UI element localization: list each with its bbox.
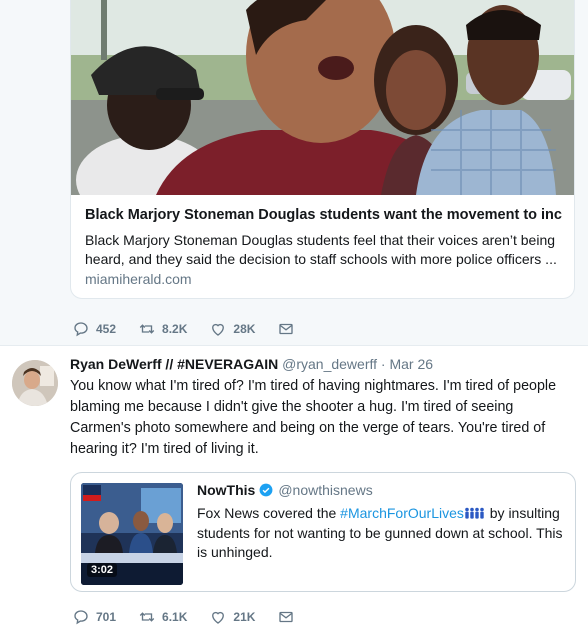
reply-count: 452 [96, 322, 117, 336]
retweet-button[interactable]: 6.1K [138, 608, 187, 626]
author-handle[interactable]: @ryan_dewerff [282, 356, 377, 372]
tweet-2-header: Ryan DeWerff // #NEVERAGAIN @ryan_dewerf… [70, 356, 433, 372]
card-title[interactable]: Black Marjory Stoneman Douglas students … [85, 207, 563, 223]
quoted-tweet[interactable]: 3:02 NowThis @nowthisnews Fox News cover… [70, 472, 576, 592]
reply-icon [74, 610, 88, 625]
tweet-date[interactable]: Mar 26 [389, 356, 433, 372]
quoted-author-handle[interactable]: @nowthisnews [278, 482, 372, 498]
hashtag-link[interactable]: #MarchForOurLives [340, 505, 464, 521]
retweet-icon [139, 324, 155, 334]
message-button[interactable] [277, 320, 301, 338]
reply-icon [74, 322, 88, 337]
message-button[interactable] [277, 608, 301, 626]
envelope-icon [279, 323, 294, 335]
tweet-1-actions: 452 8.2K 28K [72, 320, 323, 338]
card-domain: miamiherald.com [85, 271, 192, 287]
tweet-2-actions: 701 6.1K 21K [72, 608, 323, 626]
like-button[interactable]: 21K [209, 608, 255, 626]
video-thumbnail[interactable]: 3:02 [81, 483, 183, 585]
avatar[interactable] [12, 360, 58, 406]
tweet-2: Ryan DeWerff // #NEVERAGAIN @ryan_dewerf… [0, 346, 588, 630]
like-count: 21K [233, 610, 256, 624]
card-description: Black Marjory Stoneman Douglas students … [85, 232, 557, 267]
link-card[interactable]: Black Marjory Stoneman Douglas students … [70, 0, 575, 299]
card-body: Black Marjory Stoneman Douglas students … [71, 195, 574, 298]
author-name[interactable]: Ryan DeWerff // #NEVERAGAIN [70, 356, 278, 372]
card-photo [71, 0, 574, 195]
separator-dot: · [380, 356, 386, 372]
like-count: 28K [233, 322, 256, 336]
quoted-author-name[interactable]: NowThis [197, 482, 255, 498]
avatar-image [12, 360, 58, 406]
retweet-count: 8.2K [162, 322, 188, 336]
reply-button[interactable]: 701 [72, 608, 116, 626]
retweet-button[interactable]: 8.2K [138, 320, 187, 338]
students-photo [71, 0, 574, 195]
quoted-tweet-text: Fox News covered the #MarchForOurLives b… [197, 504, 565, 563]
reply-button[interactable]: 452 [72, 320, 116, 338]
retweet-count: 6.1K [162, 610, 188, 624]
march-people-icon [465, 507, 484, 519]
tweet-1: Black Marjory Stoneman Douglas students … [0, 0, 588, 345]
quoted-tweet-header: NowThis @nowthisnews [197, 482, 373, 498]
retweet-icon [139, 612, 155, 622]
heart-icon [212, 611, 225, 624]
envelope-icon [279, 611, 294, 623]
quoted-text-before: Fox News covered the [197, 505, 341, 521]
reply-count: 701 [96, 610, 117, 624]
tweet-text: You know what I'm tired of? I'm tired of… [70, 378, 557, 457]
verified-badge-icon [259, 483, 273, 497]
like-button[interactable]: 28K [209, 320, 255, 338]
heart-icon [212, 323, 225, 336]
video-duration: 3:02 [87, 563, 118, 577]
